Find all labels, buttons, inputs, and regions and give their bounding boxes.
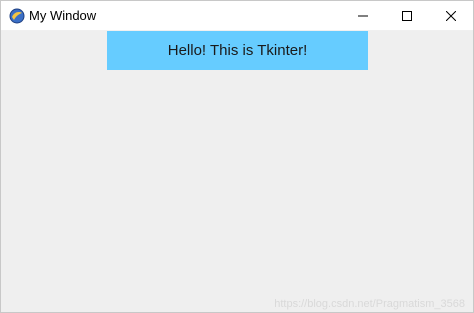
maximize-button[interactable] [385,1,429,30]
minimize-button[interactable] [341,1,385,30]
greeting-label: Hello! This is Tkinter! [107,31,368,70]
maximize-icon [402,10,412,21]
python-feather-icon [9,8,25,24]
watermark-text: https://blog.csdn.net/Pragmatism_3568 [274,298,465,310]
close-button[interactable] [429,1,473,30]
window-title: My Window [29,8,97,23]
app-window: My Window Hello! This is Tkinter! https:… [0,0,474,313]
minimize-icon [358,15,368,16]
window-client-area: Hello! This is Tkinter! https://blog.csd… [1,31,473,312]
title-bar[interactable]: My Window [1,1,473,30]
close-icon [446,10,456,21]
